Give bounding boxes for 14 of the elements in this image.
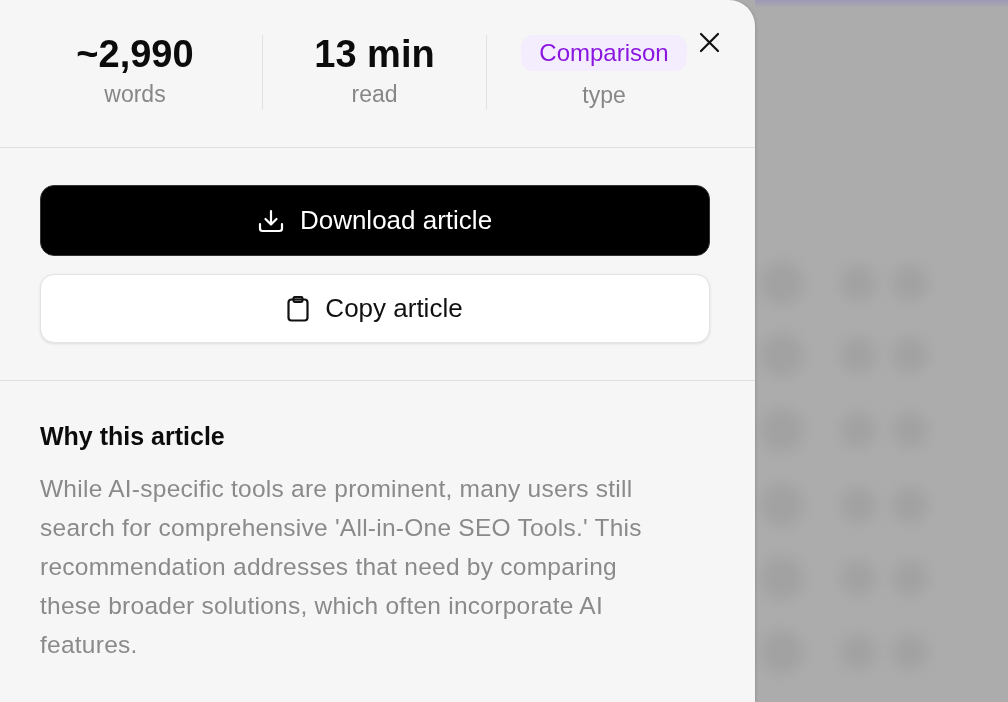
close-button[interactable] (699, 32, 720, 53)
stat-label: words (104, 80, 166, 108)
stat-label: read (351, 80, 398, 108)
download-icon (257, 208, 284, 233)
stat-label: type (582, 81, 626, 109)
stat-value: 13 min (314, 34, 435, 74)
copy-button[interactable]: Copy article (40, 274, 710, 343)
type-badge: Comparison (521, 35, 687, 71)
close-icon (699, 32, 720, 53)
stat-value: ~2,990 (76, 34, 194, 74)
section-heading: Why this article (40, 421, 226, 451)
clipboard-icon (287, 295, 310, 322)
download-button[interactable]: Download article (40, 185, 710, 256)
section-text: While AI-specific tools are prominent, many users still search for comprehensive 'All-in-One SEO Tools.' This recommendation addresses that need by comparing these broader solutions, which often incorporate AI features. (40, 474, 643, 660)
